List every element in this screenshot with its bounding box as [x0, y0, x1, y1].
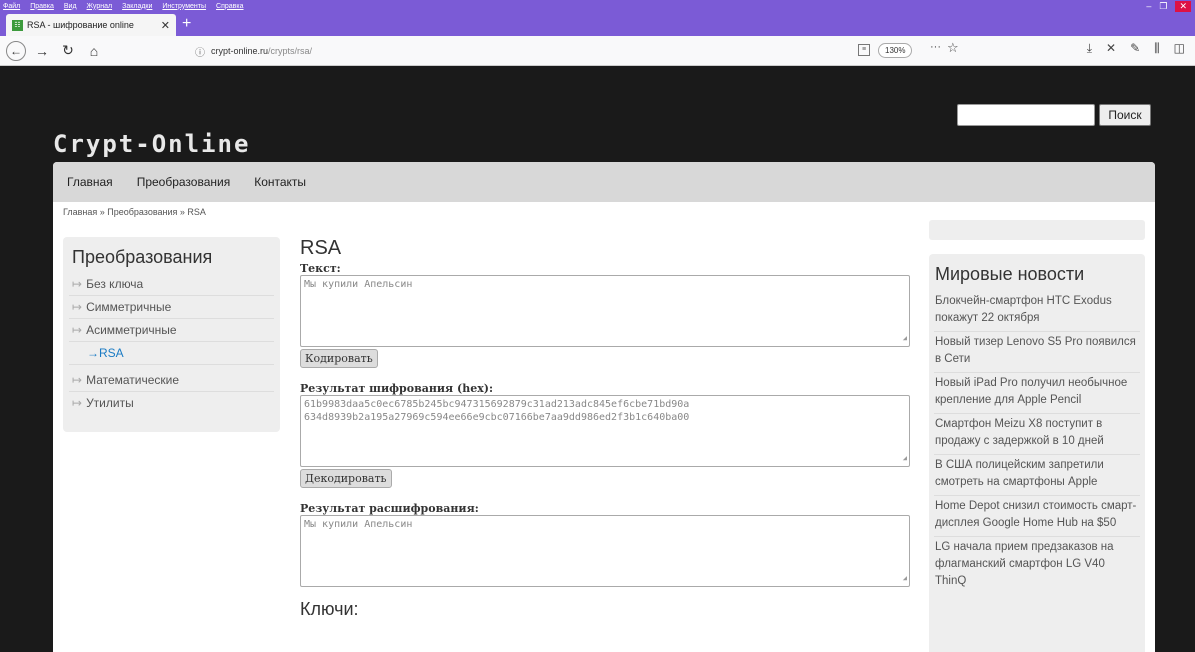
url-domain: crypt-online.ru — [211, 46, 269, 56]
tab-close-icon[interactable]: ✕ — [161, 19, 170, 32]
encrypted-label: Результат шифрования (hex): — [300, 382, 494, 395]
extension-icon[interactable]: ✎ — [1130, 41, 1140, 56]
nav-home[interactable]: Главная — [67, 175, 113, 189]
menu-view[interactable]: Вид — [64, 3, 77, 10]
sidebar-item-label: Математические — [86, 373, 180, 387]
tab-title: RSA - шифрование online — [27, 20, 134, 30]
news-item[interactable]: LG начала прием предзаказов на флагманск… — [934, 537, 1140, 594]
menu-bar: Файл Правка Вид Журнал Закладки Инструме… — [0, 3, 244, 10]
library-icon[interactable]: ⫼ — [1154, 41, 1160, 56]
text-label: Текст: — [300, 262, 341, 275]
news-item[interactable]: Home Depot снизил стоимость смарт-диспле… — [934, 496, 1140, 537]
decrypted-output-value: Мы купили Апельсин — [304, 519, 413, 530]
nav-conversions[interactable]: Преобразования — [137, 175, 231, 189]
sidebar-icon[interactable]: ◫ — [1174, 41, 1185, 56]
sidebar-item-keyless[interactable]: ↦ Без ключа — [69, 273, 274, 296]
decrypted-label: Результат расшифрования: — [300, 502, 479, 515]
arrow-icon: ↦ — [72, 373, 83, 387]
breadcrumb: Главная » Преобразования » RSA — [63, 207, 206, 217]
site-search-input[interactable] — [957, 104, 1095, 126]
arrow-icon: ↦ — [72, 396, 83, 410]
keys-heading: Ключи: — [300, 599, 359, 619]
news-item[interactable]: Блокчейн-смартфон HTC Exodus покажут 22 … — [934, 291, 1140, 332]
sidebar-item-label: Асимметричные — [86, 323, 177, 337]
url-bar[interactable]: ⓘ crypt-online.ru /crypts/rsa/ ≡ 130% ··… — [195, 40, 959, 62]
reload-icon[interactable]: ↻ — [58, 42, 78, 59]
news-panel: Мировые новости Блокчейн-смартфон HTC Ex… — [929, 254, 1145, 652]
encrypted-line-2: 634d8939b2a195a27969c594ee66e9cbc07166be… — [304, 412, 690, 423]
menu-help[interactable]: Справка — [216, 3, 243, 10]
resize-grip-icon[interactable]: ◢ — [903, 572, 907, 585]
minimize-icon[interactable]: – — [1146, 1, 1151, 11]
text-input[interactable]: Мы купили Апельсин ◢ — [300, 275, 910, 347]
menu-tools[interactable]: Инструменты — [162, 3, 206, 10]
tab-rsa[interactable]: ☷ RSA - шифрование online ✕ — [6, 14, 176, 36]
right-column: Мировые новости Блокчейн-смартфон HTC Ex… — [929, 220, 1145, 652]
arrow-icon: ↦ — [72, 323, 83, 337]
web-page: Crypt-Online Поиск Главная Преобразовани… — [0, 66, 1195, 652]
main-content: RSA Текст: Мы купили Апельсин ◢ Кодирова… — [300, 237, 910, 620]
zoom-level[interactable]: 130% — [878, 43, 913, 58]
menu-history[interactable]: Журнал — [87, 3, 113, 10]
text-input-value: Мы купили Апельсин — [304, 279, 413, 290]
encode-button[interactable]: Кодировать — [300, 349, 378, 368]
resize-grip-icon[interactable]: ◢ — [903, 452, 907, 465]
sidebar: Преобразования ↦ Без ключа ↦ Симметричные … — [63, 237, 280, 432]
resize-grip-icon[interactable]: ◢ — [903, 332, 907, 345]
reader-view-icon[interactable]: ≡ — [858, 44, 870, 56]
sidebar-item-utilities[interactable]: ↦ Утилиты — [69, 392, 274, 414]
download-icon[interactable]: ⤓ — [1087, 41, 1092, 56]
home-icon[interactable]: ⌂ — [84, 43, 104, 59]
news-item[interactable]: Смартфон Meizu X8 поступит в продажу с з… — [934, 414, 1140, 455]
back-icon[interactable]: ← — [6, 40, 26, 61]
sidebar-item-label: Симметричные — [86, 300, 172, 314]
navigation-toolbar: ← → ↻ ⌂ ⓘ crypt-online.ru /crypts/rsa/ ≡… — [0, 36, 1195, 66]
menu-edit[interactable]: Правка — [30, 3, 54, 10]
arrow-icon: → — [87, 346, 99, 360]
news-item[interactable]: Новый тизер Lenovo S5 Pro появился в Сет… — [934, 332, 1140, 373]
sidebar-item-rsa[interactable]: →RSA — [69, 342, 274, 365]
sidebar-item-label: RSA — [99, 346, 124, 360]
forward-icon[interactable]: → — [32, 43, 52, 59]
arrow-icon: ↦ — [72, 277, 83, 291]
ad-placeholder — [929, 220, 1145, 240]
favicon-icon: ☷ — [12, 19, 23, 31]
info-icon[interactable]: ⓘ — [195, 44, 205, 59]
page-title: RSA — [300, 237, 342, 259]
sidebar-item-asymmetric[interactable]: ↦ Асимметричные — [69, 319, 274, 342]
encrypted-line-1: 61b9983daa5c0ec6785b245bc947315692879c31… — [304, 399, 690, 410]
sidebar-item-math[interactable]: ↦ Математические — [69, 369, 274, 392]
main-nav: Главная Преобразования Контакты — [53, 162, 1155, 202]
window-titlebar: Файл Правка Вид Журнал Закладки Инструме… — [0, 0, 1195, 12]
sidebar-title: Преобразования — [72, 247, 213, 267]
site-search-button[interactable]: Поиск — [1099, 104, 1151, 126]
menu-bookmarks[interactable]: Закладки — [122, 3, 152, 10]
close-window-icon[interactable]: ✕ — [1175, 0, 1191, 12]
main-container: Главная Преобразования Контакты Главная … — [53, 162, 1155, 652]
news-item[interactable]: В США полицейским запретили смотреть на … — [934, 455, 1140, 496]
decrypted-output[interactable]: Мы купили Апельсин ◢ — [300, 515, 910, 587]
arrow-icon: ↦ — [72, 300, 83, 314]
decode-button[interactable]: Декодировать — [300, 469, 392, 488]
nav-contacts[interactable]: Контакты — [254, 175, 306, 189]
menu-file[interactable]: Файл — [3, 3, 20, 10]
extension-x-icon[interactable]: ✕ — [1106, 41, 1116, 56]
new-tab-icon[interactable]: + — [182, 15, 191, 33]
encrypted-output[interactable]: 61b9983daa5c0ec6785b245bc947315692879c31… — [300, 395, 910, 467]
news-item[interactable]: Новый iPad Pro получил необычное креплен… — [934, 373, 1140, 414]
sidebar-item-label: Утилиты — [86, 396, 134, 410]
page-actions-icon[interactable]: ··· — [930, 41, 941, 53]
site-logo[interactable]: Crypt-Online — [53, 130, 250, 158]
maximize-icon[interactable]: ❐ — [1159, 1, 1167, 12]
news-title: Мировые новости — [935, 264, 1085, 284]
sidebar-item-symmetric[interactable]: ↦ Симметричные — [69, 296, 274, 319]
sidebar-item-label: Без ключа — [86, 277, 144, 291]
url-path: /crypts/rsa/ — [268, 46, 313, 56]
bookmark-star-icon[interactable]: ☆ — [947, 40, 959, 56]
tab-bar: ☷ RSA - шифрование online ✕ + — [0, 12, 1195, 36]
